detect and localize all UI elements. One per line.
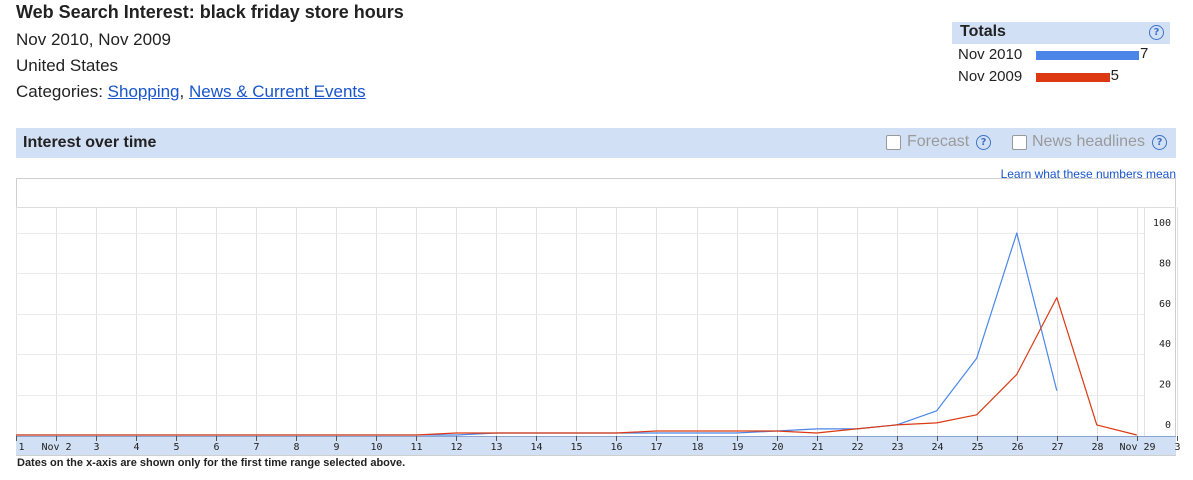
x-tick-label: 16	[610, 442, 622, 453]
x-tick-label: 11	[410, 442, 422, 453]
x-tick-label: 4	[133, 442, 139, 453]
x-axis-footnote: Dates on the x-axis are shown only for t…	[17, 457, 406, 469]
x-tick-label: 22	[851, 442, 863, 453]
x-tick-label: 15	[570, 442, 582, 453]
x-tick-label: 7	[253, 442, 259, 453]
x-tick-label: 12	[450, 442, 462, 453]
x-tick-label: 3	[93, 442, 99, 453]
x-tick-label: 10	[370, 442, 382, 453]
y-tick-label: 0	[1165, 420, 1171, 431]
x-tick-label: 24	[931, 442, 943, 453]
y-tick-label: 80	[1159, 258, 1171, 269]
x-tick-label: Nov 2	[41, 442, 71, 453]
interest-line-chart: 0 20 40 60 80 100 1 Nov 2 3 4 5 6 7 8 9 10 11 12 13 14 15 16 1…	[16, 178, 1181, 456]
x-tick-label: 3	[1174, 442, 1180, 453]
y-tick-label: 100	[1153, 218, 1171, 229]
x-tick-label: 6	[213, 442, 219, 453]
x-tick-label: 21	[811, 442, 823, 453]
x-axis-band	[16, 436, 1176, 455]
x-tick-label: 26	[1011, 442, 1023, 453]
x-tick-label: Nov 29	[1119, 442, 1155, 453]
x-tick-label: 25	[971, 442, 983, 453]
x-tick-label: 28	[1091, 442, 1103, 453]
y-tick-label: 40	[1159, 339, 1171, 350]
x-tick-label: 20	[771, 442, 783, 453]
x-tick-label: 17	[650, 442, 662, 453]
y-tick-label: 20	[1159, 380, 1171, 391]
x-tick-label: 23	[891, 442, 903, 453]
y-tick-label: 60	[1159, 299, 1171, 310]
x-tick-label: 5	[173, 442, 179, 453]
x-tick-label: 27	[1051, 442, 1063, 453]
x-tick-label: 9	[333, 442, 339, 453]
x-tick-label: 8	[293, 442, 299, 453]
x-tick-label: 14	[530, 442, 542, 453]
x-tick-label: 19	[731, 442, 743, 453]
x-tick-label: 1	[19, 442, 25, 453]
x-tick-label: 18	[691, 442, 703, 453]
x-tick-label: 13	[490, 442, 502, 453]
chart-frame	[16, 178, 1176, 456]
